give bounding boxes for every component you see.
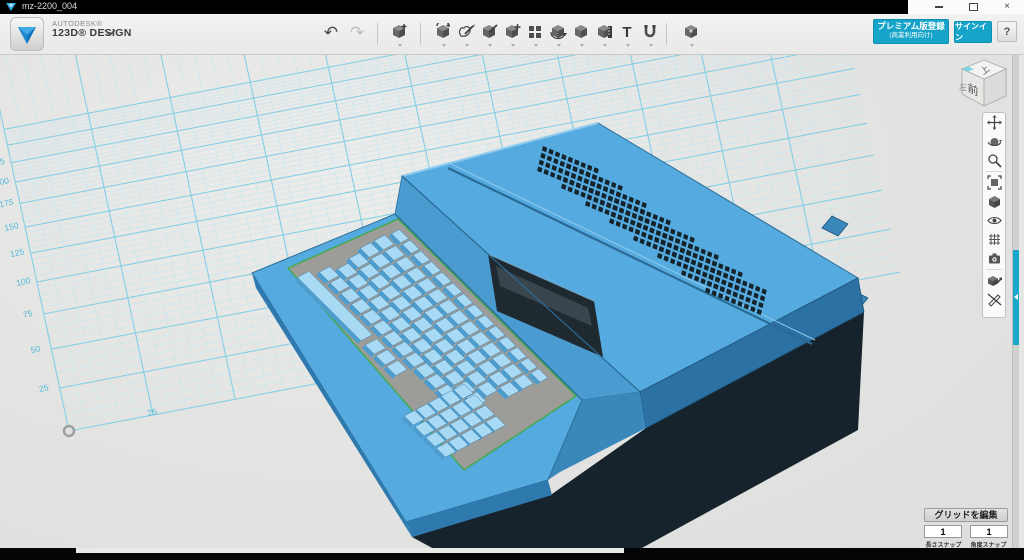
svg-text:200: 200: [0, 175, 10, 188]
brand-block: AUTODESK® 123D® DESIGN: [52, 20, 132, 40]
grid-toggle-button[interactable]: [983, 230, 1005, 249]
window-edge: [1019, 55, 1024, 548]
123d-logo-icon: [11, 18, 43, 50]
tool-measure[interactable]: [593, 21, 616, 49]
tool-combine[interactable]: [570, 21, 593, 49]
svg-text:100: 100: [15, 275, 31, 288]
help-button[interactable]: ?: [997, 21, 1017, 42]
tool-pattern[interactable]: [524, 21, 547, 49]
svg-text:25: 25: [38, 382, 50, 394]
svg-text:175: 175: [0, 197, 15, 210]
minimize-button[interactable]: [922, 0, 956, 14]
tool-transform[interactable]: [432, 21, 455, 49]
pan-button[interactable]: [983, 113, 1005, 132]
redo-button[interactable]: ↷: [346, 22, 368, 44]
computer-model[interactable]: [252, 123, 868, 548]
restore-button[interactable]: [956, 0, 990, 14]
screenshot-button[interactable]: [983, 249, 1005, 268]
app-logo-icon: [6, 2, 17, 12]
app-logo-tile[interactable]: [10, 17, 44, 51]
view-box-button[interactable]: [983, 192, 1005, 211]
svg-text:125: 125: [9, 246, 25, 259]
close-button[interactable]: ×: [990, 0, 1024, 14]
viewcube-left-label: 左: [959, 82, 967, 92]
model-tab-upper[interactable]: [822, 216, 848, 236]
bottom-bar: [0, 548, 1024, 560]
tool-snap[interactable]: [639, 21, 662, 49]
brand-123d-design: 123D® DESIGN: [52, 28, 132, 40]
tool-material[interactable]: [680, 21, 703, 49]
premium-register-button[interactable]: プレミアム版登録 (商業利用向け): [873, 19, 949, 44]
window-controls: ×: [908, 0, 1024, 14]
tool-grouping[interactable]: [547, 21, 570, 49]
tool-modify[interactable]: [501, 21, 524, 49]
zoom-button[interactable]: [983, 151, 1005, 170]
expand-arrow-icon: [1014, 294, 1018, 300]
svg-text:T: T: [622, 24, 631, 41]
svg-text:225: 225: [0, 156, 6, 169]
orbit-button[interactable]: [983, 132, 1005, 151]
svg-text:25: 25: [146, 406, 158, 418]
tool-group: [388, 21, 411, 49]
grid-settings-panel: グリッドを編集 1 1 長さスナップ 角度スナップ: [924, 508, 1010, 549]
tool-group-main: T: [432, 21, 662, 49]
length-snap-input[interactable]: 1: [924, 525, 962, 538]
toolbar-separator: [420, 23, 421, 45]
svg-text:50: 50: [30, 343, 42, 355]
title-bar: mz-2200_004 ×: [0, 0, 1024, 14]
edit-grid-button[interactable]: グリッドを編集: [924, 508, 1008, 522]
window-title: mz-2200_004: [22, 1, 77, 11]
sign-in-button[interactable]: サインイン: [954, 21, 992, 43]
tool-sketch[interactable]: [455, 21, 478, 49]
svg-text:150: 150: [3, 220, 19, 233]
tool-group-material: [680, 21, 703, 49]
grid-origin-marker: [64, 426, 74, 436]
rail-separator: [986, 171, 1002, 172]
fit-button[interactable]: [983, 173, 1005, 192]
3d-viewport[interactable]: 25 50 75 100 125 150 175 200 225 25: [0, 55, 1012, 548]
svg-text:75: 75: [22, 308, 34, 320]
visibility-button[interactable]: [983, 211, 1005, 230]
side-panel-strip[interactable]: [1012, 55, 1019, 548]
rail-separator: [986, 269, 1002, 270]
view-cube[interactable]: 上 前 左: [956, 56, 1012, 112]
undo-button[interactable]: ↶: [320, 22, 342, 44]
app-toolbar: AUTODESK® 123D® DESIGN ↶ ↷: [0, 14, 1024, 55]
premium-register-sublabel: (商業利用向け): [874, 32, 948, 39]
angle-snap-input[interactable]: 1: [970, 525, 1008, 538]
toolbar-separator: [666, 23, 667, 45]
sketch-visibility-button[interactable]: [983, 290, 1005, 309]
tool-primitives[interactable]: [388, 21, 411, 49]
account-buttons: プレミアム版登録 (商業利用向け) サインイン ?: [873, 19, 1017, 44]
premium-register-label: プレミアム版登録: [874, 22, 948, 32]
taskbar-strip: [76, 548, 624, 553]
app-menu-chevron-icon[interactable]: [104, 29, 116, 37]
material-mode-button[interactable]: [983, 271, 1005, 290]
tool-construct[interactable]: [478, 21, 501, 49]
scene-svg[interactable]: 25 50 75 100 125 150 175 200 225 25: [0, 55, 1012, 548]
toolbar-separator: [377, 23, 378, 45]
view-nav-rail: [982, 112, 1006, 318]
tool-text[interactable]: T: [616, 21, 639, 49]
